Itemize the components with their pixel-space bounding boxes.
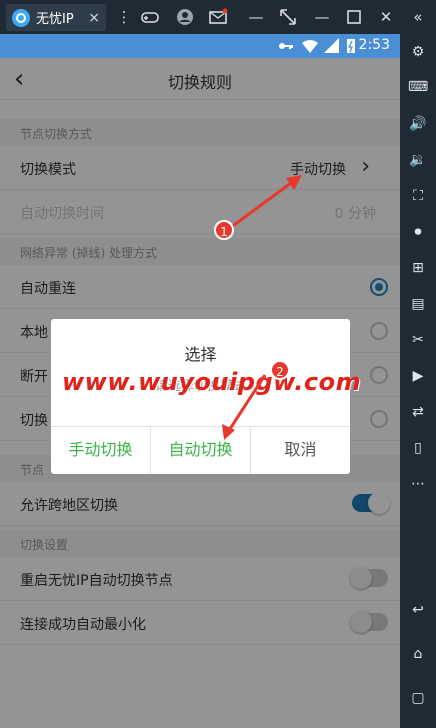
key-icon — [278, 38, 294, 58]
apk-icon[interactable]: ▤ — [408, 294, 428, 314]
sync-icon[interactable]: ⇄ — [408, 402, 428, 422]
settings-icon[interactable]: ⚙ — [408, 42, 428, 62]
video-icon[interactable]: ▶ — [408, 366, 428, 386]
screenshot-icon[interactable]: ⛶ — [408, 186, 428, 206]
scissors-icon[interactable]: ✂ — [408, 330, 428, 350]
step-marker: 1 — [214, 220, 234, 240]
user-icon[interactable] — [175, 7, 195, 27]
select-mode-dialog: 选择 请选择切换模式 手动切换 自动切换 取消 — [51, 319, 350, 474]
back-double-icon[interactable]: « — [408, 7, 428, 27]
gamepad-icon[interactable] — [140, 7, 160, 27]
battery-icon — [346, 38, 356, 58]
expand-icon[interactable] — [278, 7, 298, 27]
android-status-bar: 2:53 — [0, 34, 400, 58]
maximize-icon[interactable] — [344, 7, 364, 27]
manual-switch-button[interactable]: 手动切换 — [51, 427, 151, 474]
signal-icon — [324, 38, 340, 58]
dialog-title: 选择 — [184, 345, 217, 364]
tab-close-icon[interactable]: × — [88, 10, 100, 26]
watermark: www.wuyouipgw.com — [62, 368, 362, 396]
emulator-sidebar: ⚙ ⌨ 🔊 🔉 ⛶ ⏺ ⊞ ▤ ✂ ▶ ⇄ ▯ ⋯ ↩ ⌂ ▢ — [400, 34, 436, 728]
dialog-buttons: 手动切换 自动切换 取消 — [51, 426, 350, 474]
app-tab[interactable]: 无忧IP × — [6, 4, 106, 31]
back-icon[interactable]: ↩ — [408, 600, 428, 620]
phone-shake-icon[interactable]: ▯ — [408, 438, 428, 458]
tab-title: 无忧IP — [36, 12, 74, 27]
more-icon[interactable]: ⋯ — [408, 474, 428, 494]
line-icon[interactable]: — — [246, 7, 266, 27]
volume-up-icon[interactable]: 🔊 — [408, 114, 428, 134]
app-logo-icon — [12, 8, 30, 27]
step-marker: 2 — [270, 360, 290, 380]
minimize-icon[interactable]: — — [312, 7, 332, 27]
cancel-button[interactable]: 取消 — [251, 427, 350, 474]
status-time: 2:53 — [358, 37, 390, 53]
add-app-icon[interactable]: ⊞ — [408, 258, 428, 278]
emulator-titlebar: 无忧IP × ⋮ — — ✕ « — [0, 0, 436, 34]
volume-down-icon[interactable]: 🔉 — [408, 150, 428, 170]
menu-icon[interactable]: ⋮ — [114, 7, 134, 27]
close-icon[interactable]: ✕ — [376, 7, 396, 27]
auto-switch-button[interactable]: 自动切换 — [151, 427, 251, 474]
recent-apps-icon[interactable]: ▢ — [408, 688, 428, 708]
keyboard-icon[interactable]: ⌨ — [408, 77, 428, 97]
mail-icon[interactable] — [208, 7, 228, 27]
record-icon[interactable]: ⏺ — [408, 222, 428, 242]
wifi-icon — [302, 38, 318, 58]
home-icon[interactable]: ⌂ — [408, 644, 428, 664]
